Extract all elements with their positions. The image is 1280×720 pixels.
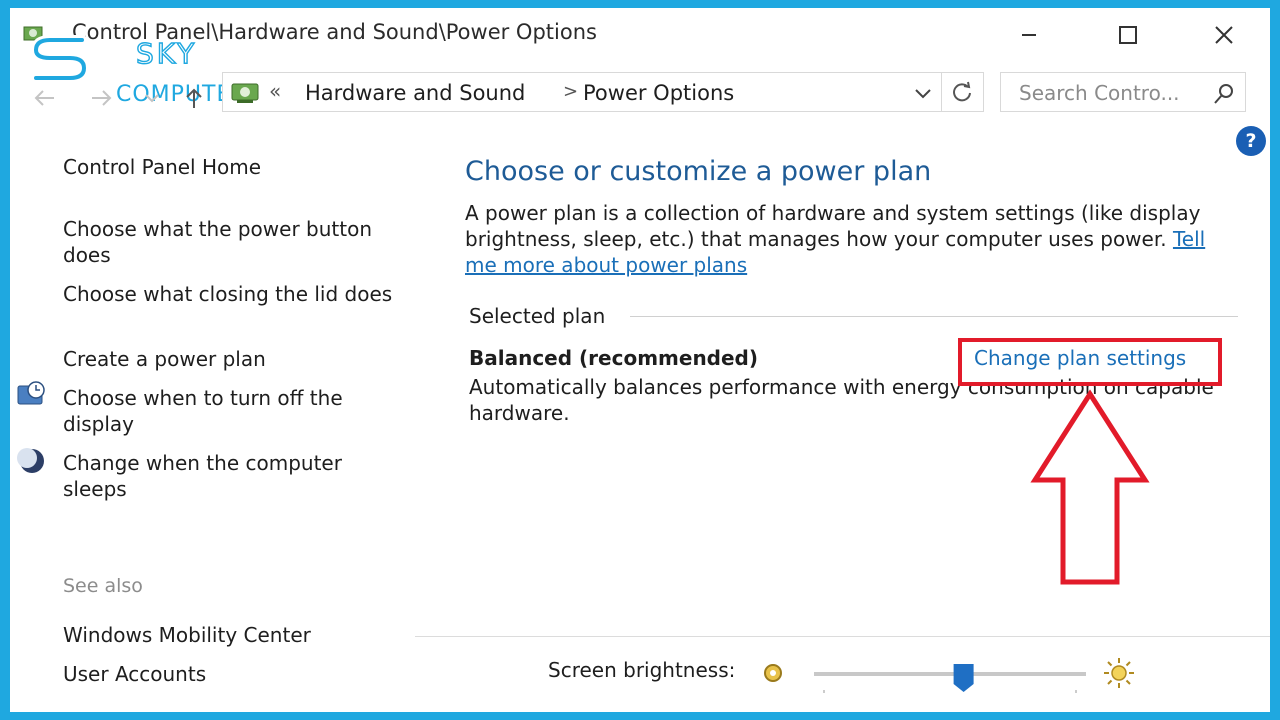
help-button[interactable]: ? [1236,126,1266,156]
up-arrow-icon [186,88,202,108]
selected-plan-label: Selected plan [469,304,606,328]
chevron-down-icon[interactable] [913,83,933,103]
logo-line-1: SKY [135,36,198,70]
breadcrumb-separator[interactable]: > [563,81,578,102]
minimize-button[interactable] [1005,16,1053,54]
breadcrumb-hardware-and-sound[interactable]: Hardware and Sound [305,81,525,105]
address-bar[interactable]: « Hardware and Sound > Power Options [222,72,984,112]
control-panel-icon [231,83,259,103]
sidebar-item-power-button[interactable]: Choose what the power button does [63,216,408,268]
maximize-icon [1119,26,1137,44]
close-icon [1215,26,1233,44]
sidebar: Control Panel Home Choose what the power… [10,128,420,712]
back-button[interactable] [30,84,58,112]
close-button[interactable] [1200,16,1248,54]
search-input[interactable]: Search Contro... [1000,72,1246,112]
minimize-icon [1022,34,1036,36]
divider [415,636,1270,637]
breadcrumb-power-options[interactable]: Power Options [583,81,734,105]
breadcrumb-overflow[interactable]: « [269,79,281,103]
chevron-down-icon [145,94,159,103]
forward-button[interactable] [88,84,116,112]
maximize-button[interactable] [1104,16,1152,54]
recent-locations-button[interactable] [138,84,166,112]
screen-brightness-label: Screen brightness: [548,658,736,682]
sidebar-item-create-plan[interactable]: Create a power plan [63,346,408,372]
sidebar-item-closing-lid[interactable]: Choose what closing the lid does [63,281,408,307]
sidebar-item-turn-off-display[interactable]: Choose when to turn off the display [63,385,408,437]
refresh-button[interactable] [941,73,981,111]
moon-icon [17,448,44,473]
plan-name: Balanced (recommended) [469,346,759,370]
sidebar-item-computer-sleeps[interactable]: Change when the computer sleeps [63,450,408,502]
highlight-box [958,338,1222,386]
brightness-slider[interactable] [810,664,1090,694]
see-also-heading: See also [63,575,143,597]
clock-monitor-icon [17,381,45,405]
user-accounts-link[interactable]: User Accounts [63,661,408,687]
search-icon [1214,84,1233,104]
windows-mobility-center-link[interactable]: Windows Mobility Center [63,622,408,648]
page-description: A power plan is a collection of hardware… [465,200,1240,278]
page-title: Choose or customize a power plan [465,156,932,187]
power-options-window: Control Panel\Hardware and Sound\Power O… [10,8,1270,712]
back-arrow-icon [34,90,54,106]
up-arrow-annotation-icon [1030,389,1150,585]
brightness-low-icon [764,664,782,682]
slider-thumb[interactable] [953,664,974,692]
search-placeholder: Search Contro... [1019,81,1180,105]
forward-arrow-icon [92,90,112,106]
brightness-high-icon [1104,658,1134,688]
refresh-icon [952,81,971,102]
up-button[interactable] [180,84,208,112]
description-text: A power plan is a collection of hardware… [465,201,1201,251]
divider [630,316,1238,317]
logo-s-icon [30,35,90,83]
control-panel-home-link[interactable]: Control Panel Home [63,154,408,180]
